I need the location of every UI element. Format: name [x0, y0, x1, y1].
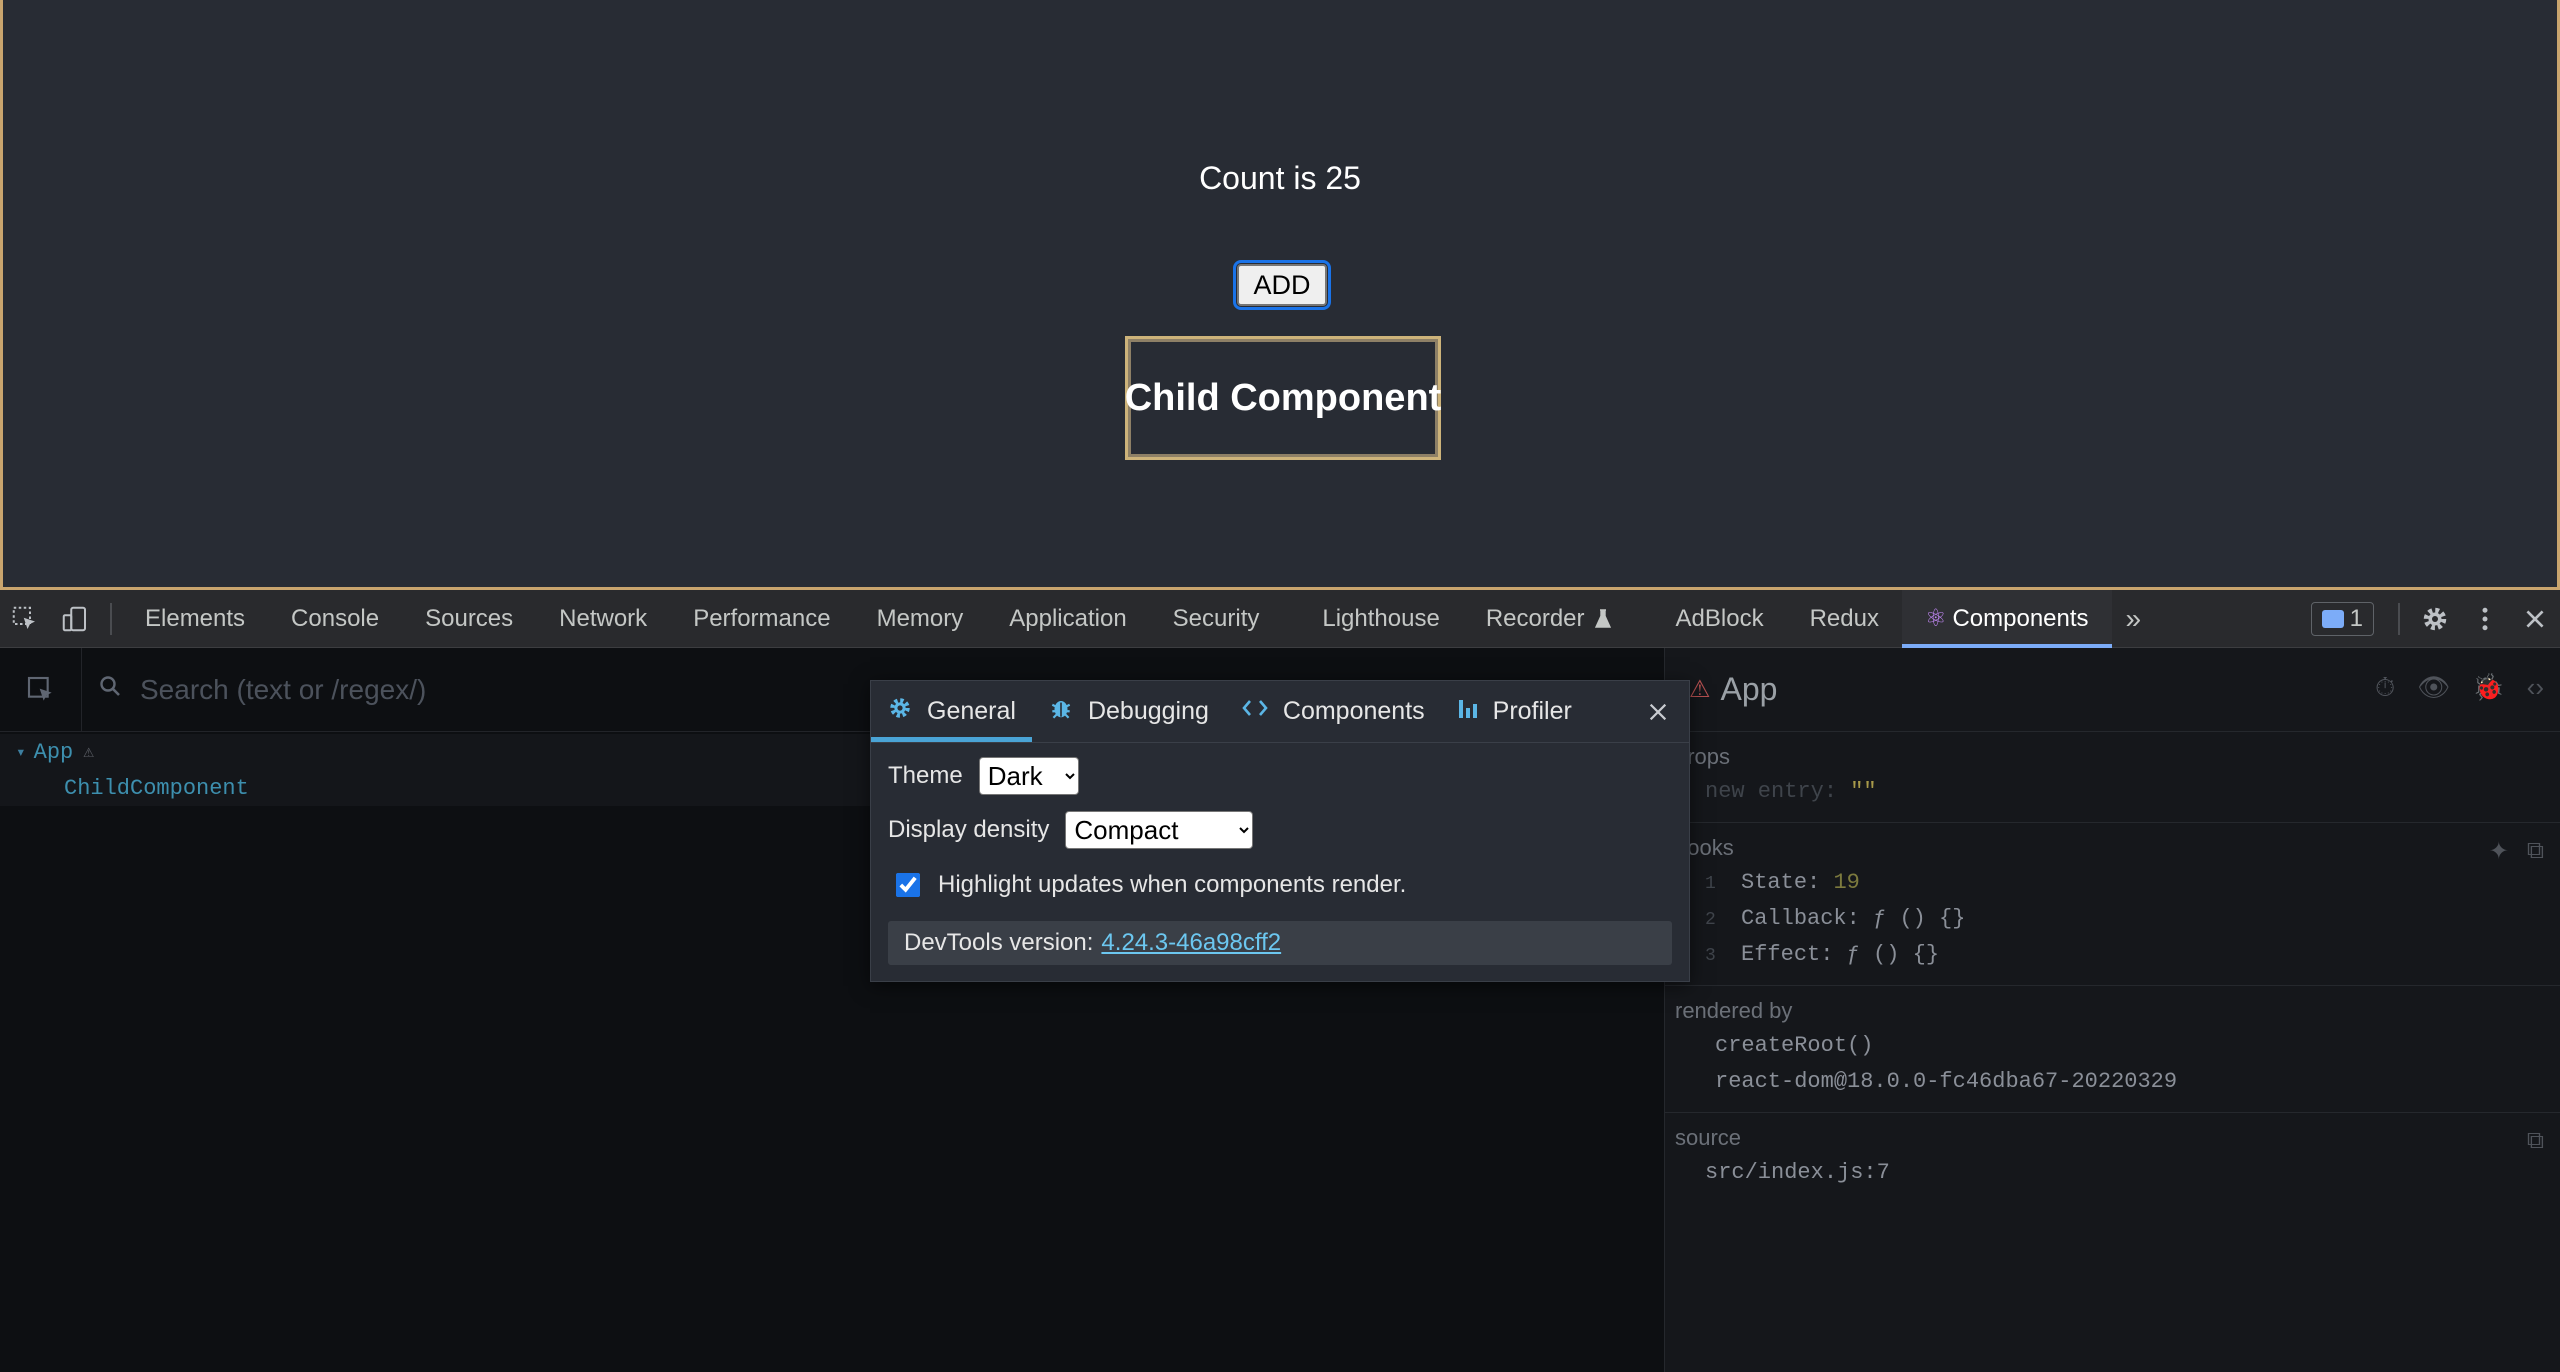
devtools-toolbar-right: 1: [2310, 590, 2560, 648]
copy-icon[interactable]: ⧉: [2527, 1127, 2544, 1155]
tab-application[interactable]: Application: [986, 590, 1149, 648]
bug-icon[interactable]: 🐞: [2472, 672, 2504, 704]
caret-down-icon[interactable]: ▾: [16, 742, 26, 762]
warning-icon: ⚠: [83, 743, 95, 763]
close-settings-button[interactable]: [1641, 695, 1675, 729]
tab-performance[interactable]: Performance: [670, 590, 853, 648]
props-section: props new entry: "": [1665, 732, 2560, 823]
hooks-section: hooks ✦ ⧉ 1 State: 19 2 Callback: ƒ () {…: [1665, 823, 2560, 986]
display-density-select[interactable]: Compact: [1065, 811, 1254, 849]
inspected-element-pane: ⚠ App ⏱ 👁 🐞 ‹› props new entry: "" hooks…: [1664, 648, 2560, 1372]
toolbar-divider: [2398, 603, 2400, 635]
source-actions: ⧉: [2527, 1127, 2544, 1155]
rendered-by-section: rendered by createRoot() react-dom@18.0.…: [1665, 986, 2560, 1113]
settings-modal: General Debugging Components Profiler Th…: [870, 680, 1690, 982]
select-element-icon[interactable]: [0, 647, 82, 732]
flask-icon: [1594, 608, 1611, 628]
inspected-element-header: ⚠ App ⏱ 👁 🐞 ‹›: [1665, 648, 2560, 732]
tab-console[interactable]: Console: [268, 590, 402, 648]
source-section: source ⧉ src/index.js:7: [1665, 1113, 2560, 1203]
bug-icon: [1048, 695, 1074, 728]
message-icon: [2321, 610, 2344, 628]
devtools-tabbar: Elements Console Sources Network Perform…: [0, 589, 2560, 648]
tab-network[interactable]: Network: [536, 590, 670, 648]
add-button[interactable]: ADD: [1233, 260, 1331, 310]
source-location[interactable]: src/index.js:7: [1675, 1155, 2560, 1191]
rendered-by-item: react-dom@18.0.0-fc46dba67-20220329: [1715, 1069, 2178, 1094]
settings-tab-components[interactable]: Components: [1225, 681, 1441, 742]
search-icon: [98, 674, 122, 705]
gear-icon[interactable]: [2410, 590, 2460, 648]
tab-lighthouse[interactable]: Lighthouse: [1299, 590, 1462, 648]
eye-icon[interactable]: 👁: [2417, 672, 2450, 704]
density-row: Display density Compact: [871, 803, 1689, 857]
settings-tab-debugging[interactable]: Debugging: [1032, 681, 1225, 742]
code-icon[interactable]: ‹›: [2527, 672, 2544, 704]
settings-tab-profiler[interactable]: Profiler: [1441, 681, 1588, 742]
devtools-version-bar: DevTools version: 4.24.3-46a98cff2: [888, 921, 1672, 965]
hook-row[interactable]: 3 Effect: ƒ () {}: [1675, 937, 2560, 973]
gear-icon: [887, 695, 913, 728]
double-chevron-right-icon: »: [2125, 602, 2142, 634]
devtools-version-label: DevTools version:: [904, 929, 1094, 956]
warning-icon: ⚠: [1689, 676, 1711, 703]
settings-tabs: General Debugging Components Profiler: [871, 681, 1689, 743]
theme-select[interactable]: Dark: [978, 757, 1079, 795]
react-icon: ⚛: [1924, 605, 1947, 632]
more-vertical-icon[interactable]: [2460, 590, 2510, 648]
rendered-by-item: createRoot(): [1715, 1033, 1874, 1058]
close-icon: [1649, 703, 1667, 721]
tab-redux[interactable]: Redux: [1787, 590, 1902, 648]
count-text: Count is 25: [1199, 160, 1361, 196]
tab-security[interactable]: Security: [1150, 590, 1300, 648]
child-component-box: Child Component: [1125, 336, 1441, 460]
tab-adblock[interactable]: AdBlock: [1653, 590, 1787, 648]
tab-components[interactable]: ⚛ Components: [1901, 589, 2112, 648]
devtools-version-link[interactable]: 4.24.3-46a98cff2: [1101, 929, 1281, 957]
inspect-element-icon[interactable]: [0, 590, 50, 648]
tab-elements[interactable]: Elements: [122, 590, 268, 648]
inspected-element-actions: ⏱ 👁 🐞 ‹›: [2375, 672, 2544, 704]
hook-row[interactable]: 2 Callback: ƒ () {}: [1675, 901, 2560, 937]
toolbar-divider: [110, 602, 112, 635]
hooks-actions: ✦ ⧉: [2489, 837, 2544, 866]
code-icon: [1241, 696, 1269, 727]
magic-wand-icon[interactable]: ✦: [2489, 837, 2509, 866]
copy-icon[interactable]: ⧉: [2527, 837, 2544, 866]
more-tabs-button[interactable]: »: [2112, 590, 2156, 648]
close-icon[interactable]: [2510, 590, 2560, 648]
prop-new-entry[interactable]: new entry: "": [1675, 774, 2560, 810]
app-viewport: Count is 25 ADD Child Component: [0, 0, 2560, 590]
settings-tab-general[interactable]: General: [871, 681, 1032, 742]
highlight-updates-checkbox[interactable]: [896, 873, 920, 897]
display-density-label: Display density: [888, 816, 1050, 843]
tab-memory[interactable]: Memory: [854, 590, 987, 648]
highlight-row: Highlight updates when components render…: [871, 857, 1689, 913]
tab-sources[interactable]: Sources: [402, 590, 536, 648]
highlight-updates-label[interactable]: Highlight updates when components render…: [938, 871, 1406, 899]
hook-row[interactable]: 1 State: 19: [1675, 865, 2560, 901]
theme-label: Theme: [888, 762, 963, 789]
issues-badge[interactable]: 1: [2310, 602, 2374, 636]
theme-row: Theme Dark: [871, 749, 1689, 803]
device-toolbar-icon[interactable]: [50, 590, 100, 648]
tab-recorder[interactable]: Recorder: [1463, 590, 1653, 648]
stopwatch-icon[interactable]: ⏱: [2375, 672, 2395, 704]
bar-chart-icon: [1457, 696, 1479, 727]
